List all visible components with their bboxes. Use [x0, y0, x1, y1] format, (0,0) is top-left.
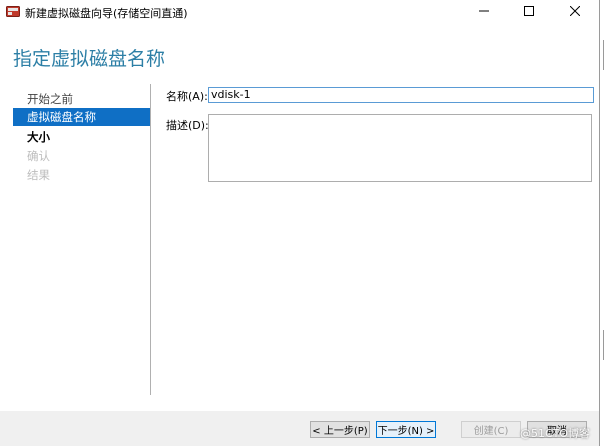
close-icon: [569, 5, 581, 19]
nav-item-results: 结果: [27, 168, 50, 182]
minimize-icon: [479, 6, 489, 19]
wizard-header: 指定虚拟磁盘名称: [0, 24, 599, 84]
nav-item-size[interactable]: 大小: [13, 128, 150, 146]
name-label: 名称(A):: [166, 90, 208, 103]
description-label: 描述(D):: [166, 119, 209, 132]
wizard-footer: < 上一步(P) 下一步(N) > 创建(C) 取消: [0, 411, 599, 446]
watermark: @51CTO博客: [520, 427, 591, 440]
create-button: 创建(C): [461, 421, 521, 438]
disk-wizard-icon: [6, 5, 20, 18]
maximize-button[interactable]: [507, 0, 551, 24]
wizard-window: 新建虚拟磁盘向导(存储空间直通) 指定虚拟磁盘名称 开始之前 虚拟磁盘名称 大小…: [0, 0, 600, 446]
nav-item-before-you-begin[interactable]: 开始之前: [13, 90, 150, 108]
wizard-body: 开始之前 虚拟磁盘名称 大小 确认 结果 名称(A): 描述(D):: [0, 84, 599, 411]
previous-button[interactable]: < 上一步(P): [310, 421, 370, 438]
window-title: 新建虚拟磁盘向导(存储空间直通): [25, 7, 188, 20]
nav-item-virtual-disk-name[interactable]: 虚拟磁盘名称: [13, 108, 150, 126]
name-input[interactable]: [208, 87, 594, 103]
minimize-button[interactable]: [462, 0, 506, 24]
description-input[interactable]: [208, 114, 592, 182]
close-button[interactable]: [553, 0, 597, 24]
maximize-icon: [524, 5, 534, 19]
background-window-edge: [600, 0, 607, 446]
page-title: 指定虚拟磁盘名称: [13, 48, 166, 70]
nav-item-confirmation: 确认: [27, 149, 50, 163]
next-button[interactable]: 下一步(N) >: [376, 421, 436, 438]
wizard-steps-nav: 开始之前 虚拟磁盘名称 大小 确认 结果: [0, 84, 151, 395]
title-bar[interactable]: 新建虚拟磁盘向导(存储空间直通): [0, 0, 599, 24]
